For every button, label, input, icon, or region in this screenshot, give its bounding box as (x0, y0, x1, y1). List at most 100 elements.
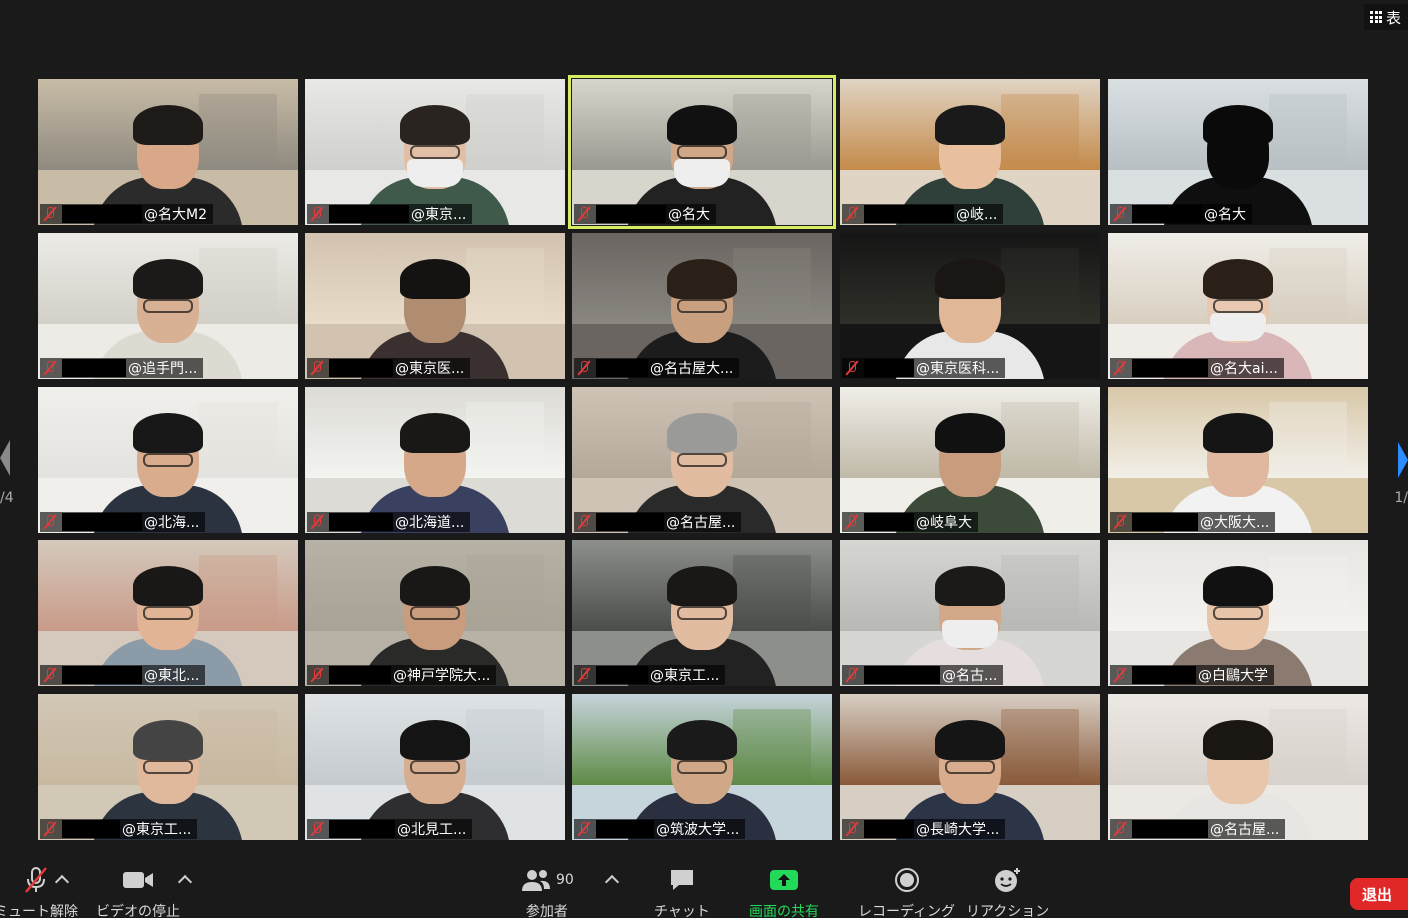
redacted-name (62, 359, 126, 377)
glasses-icon (945, 760, 995, 774)
participant-video-tile[interactable]: @東京... (305, 79, 565, 225)
participant-video-tile[interactable]: @東京工... (38, 694, 298, 840)
video-room-detail (1269, 401, 1348, 472)
video-room-detail (199, 93, 278, 164)
participant-video-tile[interactable]: @神戸学院大... (305, 540, 565, 686)
participant-video-tile[interactable]: @岐... (840, 79, 1100, 225)
participant-video-tile[interactable]: @追手門... (38, 233, 298, 379)
share-screen-button[interactable]: 画面の共有 (749, 863, 819, 918)
unmute-label: ミュート解除 (0, 904, 78, 918)
previous-page-arrow-icon[interactable] (0, 440, 10, 476)
mic-muted-icon (845, 667, 859, 683)
page-indicator-left: /4 (0, 490, 14, 506)
participant-video-tile[interactable]: @大阪大... (1108, 387, 1368, 533)
mic-muted-icon (1113, 514, 1127, 530)
redacted-name (596, 666, 648, 684)
participant-video-tile[interactable]: @北見工... (305, 694, 565, 840)
participant-video-tile[interactable]: @北海... (38, 387, 298, 533)
redacted-name (62, 205, 142, 223)
video-room-detail (733, 554, 812, 625)
redacted-name (329, 359, 393, 377)
video-room-detail (733, 93, 812, 164)
mic-muted-icon (21, 863, 51, 897)
participant-video-tile[interactable]: @東北... (38, 540, 298, 686)
view-toggle-button[interactable]: 表 (1364, 4, 1408, 30)
glasses-icon (410, 760, 460, 774)
chat-label: チャット (654, 904, 710, 918)
participant-video-tile[interactable]: @名古... (840, 540, 1100, 686)
video-room-detail (199, 401, 278, 472)
unmute-button[interactable]: ミュート解除 (0, 863, 78, 918)
participants-button[interactable]: 90 参加者 (520, 863, 574, 918)
participant-video-tile[interactable]: @名古屋大... (572, 233, 832, 379)
participant-video-tile[interactable]: @岐阜大 (840, 387, 1100, 533)
redacted-name (329, 513, 393, 531)
participant-name: @東京工... (650, 668, 720, 684)
next-page-arrow-icon[interactable] (1398, 442, 1408, 478)
participant-video-tile[interactable]: @名大 (568, 75, 836, 229)
reactions-button[interactable]: リアクション (966, 863, 1049, 918)
video-room-detail (199, 708, 278, 779)
participant-name-bar: @東京工... (40, 819, 198, 839)
chat-bubble-icon (668, 863, 696, 897)
participant-hair (935, 720, 1005, 760)
mic-muted-icon (1113, 667, 1127, 683)
glasses-icon (677, 453, 727, 467)
participant-name-bar: @名古屋... (1110, 819, 1286, 839)
video-room-detail (1001, 554, 1080, 625)
participant-hair (667, 259, 737, 299)
record-button[interactable]: レコーディング (858, 863, 955, 918)
participant-name-bar: @岐阜大 (842, 512, 978, 532)
video-room-detail (1269, 554, 1348, 625)
participant-name: @筑波大学... (656, 822, 740, 838)
participant-name: @長崎大学... (916, 822, 1000, 838)
stop-video-button[interactable]: ビデオの停止 (96, 863, 180, 918)
participant-video-tile[interactable]: @名大M2 (38, 79, 298, 225)
redacted-name (1132, 205, 1202, 223)
participant-name: @東京医科... (916, 361, 1000, 377)
redacted-name (596, 359, 648, 377)
participant-video-tile[interactable]: @名大ai... (1108, 233, 1368, 379)
participant-name: @岐阜大 (916, 515, 972, 531)
redacted-name (1132, 513, 1198, 531)
participant-video-tile[interactable]: @筑波大学... (572, 694, 832, 840)
participant-video-tile[interactable]: @東京工... (572, 540, 832, 686)
participants-options-caret-icon[interactable] (604, 874, 620, 890)
participant-video-tile[interactable]: @白鷗大学 (1108, 540, 1368, 686)
video-room-detail (733, 708, 812, 779)
participant-video-tile[interactable]: @北海道... (305, 387, 565, 533)
redacted-name (1132, 359, 1208, 377)
gallery-view-icon (1370, 11, 1382, 23)
participant-video-tile[interactable]: @名古屋... (572, 387, 832, 533)
record-label: レコーディング (858, 904, 956, 918)
participant-name-bar: @北海... (40, 512, 206, 532)
participant-video-tile[interactable]: @長崎大学... (840, 694, 1100, 840)
glasses-icon (143, 760, 193, 774)
participant-name: @白鷗大学 (1198, 668, 1268, 684)
chat-button[interactable]: チャット (654, 863, 710, 918)
participant-hair (935, 259, 1005, 299)
participant-name-bar: @北海道... (307, 512, 471, 532)
video-room-detail (1001, 401, 1080, 472)
participant-video-tile[interactable]: @東京医科... (840, 233, 1100, 379)
mic-muted-icon (43, 821, 57, 837)
participant-name-bar: @名古屋... (574, 512, 742, 532)
participant-hair (935, 105, 1005, 145)
participant-video-tile[interactable]: @名古屋... (1108, 694, 1368, 840)
face-mask-icon (407, 159, 463, 187)
redacted-name (596, 205, 666, 223)
participant-name: @東京医... (395, 361, 465, 377)
mic-muted-icon (1113, 206, 1127, 222)
leave-meeting-button[interactable]: 退出 (1350, 878, 1408, 910)
redacted-name (864, 205, 954, 223)
video-room-detail (199, 247, 278, 318)
glasses-icon (410, 606, 460, 620)
participant-video-tile[interactable]: @東京医... (305, 233, 565, 379)
stop-video-label: ビデオの停止 (96, 904, 180, 918)
participant-name: @名古屋... (1210, 822, 1280, 838)
participant-name-bar: @白鷗大学 (1110, 665, 1274, 685)
participant-video-tile[interactable]: @名大 (1108, 79, 1368, 225)
participant-name: @東京... (411, 207, 467, 223)
video-options-caret-icon[interactable] (177, 874, 193, 890)
glasses-icon (143, 299, 193, 313)
